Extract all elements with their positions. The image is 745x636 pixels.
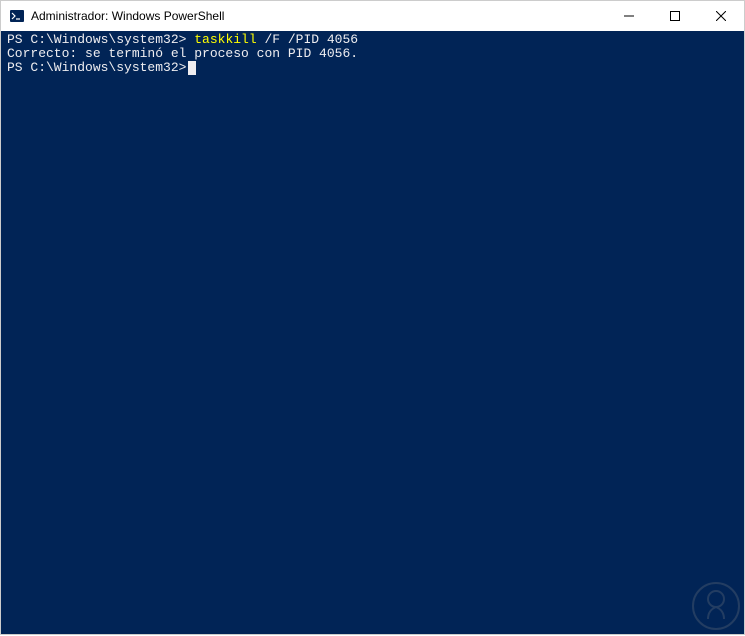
powershell-window: Administrador: Windows PowerShell PS C:\… (0, 0, 745, 635)
terminal-line: PS C:\Windows\system32> taskkill /F /PID… (7, 33, 738, 47)
output-text: Correcto: se terminó el proceso con PID … (7, 46, 358, 61)
titlebar-left: Administrador: Windows PowerShell (9, 8, 224, 24)
powershell-icon (9, 8, 25, 24)
cursor (188, 61, 196, 75)
terminal-area[interactable]: PS C:\Windows\system32> taskkill /F /PID… (1, 31, 744, 634)
titlebar[interactable]: Administrador: Windows PowerShell (1, 1, 744, 31)
command-args: /F /PID 4056 (257, 32, 358, 47)
prompt: PS C:\Windows\system32> (7, 32, 194, 47)
minimize-button[interactable] (606, 1, 652, 31)
close-button[interactable] (698, 1, 744, 31)
prompt: PS C:\Windows\system32> (7, 60, 186, 75)
command: taskkill (194, 32, 256, 47)
titlebar-controls (606, 1, 744, 31)
terminal-line: PS C:\Windows\system32> (7, 61, 738, 75)
terminal-line: Correcto: se terminó el proceso con PID … (7, 47, 738, 61)
window-title: Administrador: Windows PowerShell (31, 9, 224, 23)
maximize-button[interactable] (652, 1, 698, 31)
